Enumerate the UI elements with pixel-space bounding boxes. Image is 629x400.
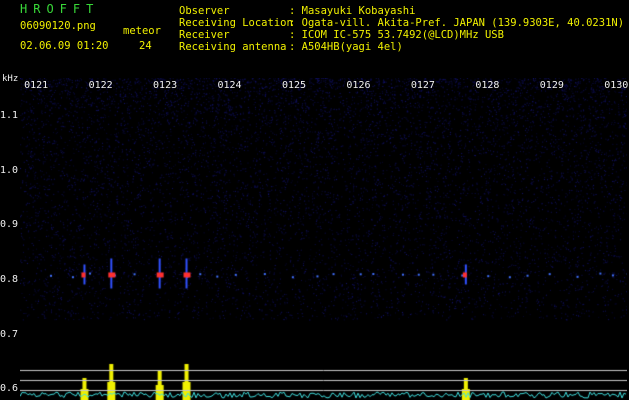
receiver-label: Receiver	[179, 29, 230, 41]
x-tick-label: 0127	[410, 80, 435, 91]
antenna-label: Receiving antenna	[179, 41, 287, 53]
y-tick-label: 1.1	[0, 110, 19, 122]
filename: 06090120.png	[20, 20, 96, 32]
location-label: Receiving Location	[179, 17, 293, 29]
y-axis-unit: kHz	[2, 74, 19, 84]
receiver-value: : ICOM IC-575 53.7492(@LCD)MHz USB	[289, 29, 504, 41]
x-tick-label: 0124	[217, 80, 242, 91]
x-tick-label: 0130	[604, 80, 629, 91]
x-tick-label: 0126	[346, 80, 371, 91]
y-tick-label: 0.8	[0, 273, 19, 285]
spectrogram	[20, 78, 627, 400]
x-tick-label: 0121	[24, 80, 49, 91]
location-value: : Ogata-vill. Akita-Pref. JAPAN (139.930…	[289, 17, 625, 29]
datetime: 02.06.09 01:20	[20, 40, 109, 52]
y-tick-label: 0.9	[0, 219, 19, 231]
y-tick-label: 1.0	[0, 164, 19, 176]
y-tick-label: 0.7	[0, 328, 19, 340]
meteor-label: meteor	[123, 25, 161, 37]
antenna-value: : A504HB(yagi 4el)	[289, 41, 403, 53]
x-tick-label: 0129	[539, 80, 564, 91]
x-tick-label: 0122	[88, 80, 113, 91]
x-tick-label: 0123	[153, 80, 178, 91]
meteor-count: 24	[139, 40, 152, 52]
observer-label: Observer	[179, 5, 230, 17]
observer-value: : Masayuki Kobayashi	[289, 5, 416, 17]
app-title: HROFFT	[20, 2, 100, 16]
x-tick-label: 0125	[281, 80, 307, 91]
y-tick-label: 0.6	[0, 383, 19, 395]
x-tick-label: 0128	[475, 80, 500, 91]
